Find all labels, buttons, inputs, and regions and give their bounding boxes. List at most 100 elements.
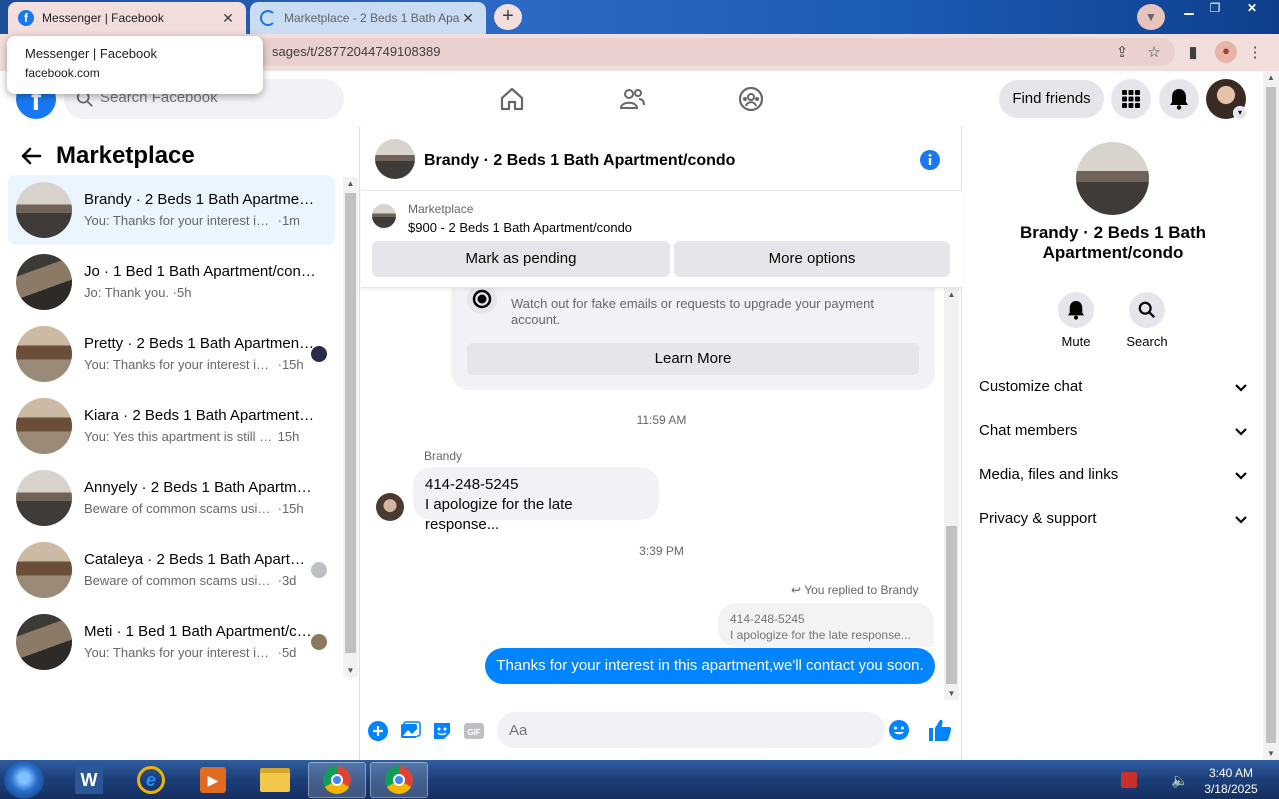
mute-button[interactable] bbox=[1058, 292, 1094, 328]
snippet-text: Beware of common scams using payment app… bbox=[84, 501, 274, 516]
chat-header: Brandy · 2 Beds 1 Bath Apartment/condo bbox=[361, 127, 962, 191]
scrollbar-thumb[interactable] bbox=[345, 193, 356, 653]
avatar[interactable] bbox=[375, 139, 415, 179]
chat-title[interactable]: Brandy · 2 Beds 1 Bath Apartment/condo bbox=[424, 152, 735, 170]
menu-grid-button[interactable] bbox=[1111, 79, 1151, 119]
share-icon[interactable]: ⇪ bbox=[1112, 43, 1132, 63]
gif-icon[interactable]: GIF bbox=[463, 720, 485, 742]
new-tab-button[interactable]: + bbox=[494, 4, 522, 30]
chrome-app-icon[interactable] bbox=[308, 762, 366, 798]
conversation-item[interactable]: Annyely · 2 Beds 1 Bath Apartment/condo … bbox=[8, 463, 335, 533]
conversation-item[interactable]: Kiara · 2 Beds 1 Bath Apartment/condo Yo… bbox=[8, 391, 335, 461]
customize-chat-row[interactable]: Customize chat bbox=[971, 368, 1255, 408]
back-arrow-icon[interactable] bbox=[20, 145, 42, 167]
timestamp: 11:59 AM bbox=[636, 413, 687, 427]
avatar[interactable] bbox=[1076, 142, 1149, 215]
restore-button[interactable]: ❐ bbox=[1200, 0, 1230, 16]
chrome-app-icon-2[interactable] bbox=[370, 762, 428, 798]
chevron-down-icon bbox=[1235, 384, 1247, 392]
photo-icon[interactable] bbox=[399, 720, 421, 742]
notifications-button[interactable] bbox=[1159, 79, 1199, 119]
close-icon[interactable]: ✕ bbox=[220, 10, 236, 27]
volume-icon[interactable]: 🔈 bbox=[1171, 772, 1188, 788]
scroll-up-icon[interactable]: ▲ bbox=[343, 179, 358, 188]
scroll-down-icon[interactable]: ▼ bbox=[944, 689, 959, 698]
emoji-icon[interactable] bbox=[888, 719, 910, 741]
bookmark-star-icon[interactable]: ☆ bbox=[1144, 43, 1164, 63]
incoming-message[interactable]: 414-248-5245 I apologize for the late re… bbox=[413, 467, 659, 533]
seen-avatar bbox=[311, 634, 327, 650]
search-button[interactable] bbox=[1129, 292, 1165, 328]
conversation-item[interactable]: Meti · 1 Bed 1 Bath Apartment/condo You:… bbox=[8, 607, 335, 677]
facebook-favicon-icon: f bbox=[18, 10, 34, 26]
quoted-message[interactable]: 414-248-5245 I apologize for the late re… bbox=[718, 603, 934, 647]
menu-kebab-icon[interactable]: ⋮ bbox=[1245, 43, 1265, 63]
search-icon bbox=[1138, 301, 1155, 318]
chat-scrollbar[interactable]: ▲ ▼ bbox=[944, 288, 959, 700]
sender-name: Brandy bbox=[424, 449, 463, 463]
profile-icon[interactable]: ● bbox=[1215, 41, 1237, 63]
scrollbar-thumb[interactable] bbox=[946, 526, 957, 684]
find-friends-button[interactable]: Find friends bbox=[999, 80, 1104, 118]
conversation-snippet: Beware of common scams using payment app… bbox=[84, 573, 320, 588]
page-scrollbar[interactable]: ▲ ▼ bbox=[1263, 71, 1279, 760]
tab-title: Marketplace - 2 Beds 1 Bath Apar bbox=[284, 11, 460, 25]
conversation-item[interactable]: Cataleya · 2 Beds 1 Bath Apartment/condo… bbox=[8, 535, 335, 605]
scroll-down-icon[interactable]: ▼ bbox=[343, 666, 358, 675]
message-input[interactable] bbox=[497, 712, 885, 748]
conversation-item[interactable]: Brandy · 2 Beds 1 Bath Apartment/condo Y… bbox=[8, 175, 335, 245]
clock-time: 3:40 AM bbox=[1208, 766, 1254, 780]
system-clock[interactable]: 3:40 AM 3/18/2025 bbox=[1196, 765, 1266, 797]
snippet-time: ·5h bbox=[172, 285, 192, 300]
outgoing-message[interactable]: Thanks for your interest in this apartme… bbox=[485, 648, 935, 684]
listing-title[interactable]: $900 - 2 Beds 1 Bath Apartment/condo bbox=[408, 220, 632, 235]
listing-thumbnail[interactable] bbox=[372, 204, 396, 228]
learn-more-button[interactable]: Learn More bbox=[467, 343, 919, 375]
chrome-icon bbox=[323, 766, 351, 794]
close-icon[interactable]: ✕ bbox=[460, 10, 476, 27]
plus-circle-icon[interactable] bbox=[367, 720, 389, 742]
info-icon[interactable] bbox=[919, 149, 941, 171]
bell-icon bbox=[1170, 89, 1188, 110]
start-button[interactable] bbox=[4, 761, 44, 799]
sticker-icon[interactable] bbox=[431, 720, 453, 742]
message-line: I apologize for the late response... bbox=[425, 496, 573, 533]
tooltip-domain: facebook.com bbox=[25, 66, 100, 80]
snippet-text: Beware of common scams using payment app… bbox=[84, 573, 274, 588]
tab-marketplace[interactable]: Marketplace - 2 Beds 1 Bath Apar ✕ bbox=[250, 2, 486, 34]
ie-icon: e bbox=[137, 766, 165, 794]
media-files-links-row[interactable]: Media, files and links bbox=[971, 456, 1255, 496]
network-icon[interactable] bbox=[1121, 772, 1137, 788]
mute-action[interactable]: Mute bbox=[1046, 292, 1106, 349]
conversation-snippet: You: Thanks for your interest in this ap… bbox=[84, 357, 320, 372]
media-player-app-icon[interactable]: ▶ bbox=[184, 762, 242, 798]
scroll-up-icon[interactable]: ▲ bbox=[1263, 73, 1279, 82]
friends-icon[interactable] bbox=[618, 85, 646, 113]
scrollbar-thumb[interactable] bbox=[1266, 87, 1276, 743]
avatar[interactable] bbox=[376, 493, 404, 521]
chevron-down-icon[interactable]: ▾ bbox=[1233, 106, 1247, 120]
home-icon[interactable] bbox=[498, 85, 526, 113]
scroll-down-icon[interactable]: ▼ bbox=[1263, 749, 1279, 758]
avatar bbox=[16, 254, 72, 310]
privacy-support-row[interactable]: Privacy & support bbox=[971, 500, 1255, 540]
groups-icon[interactable] bbox=[737, 85, 765, 113]
more-options-button[interactable]: More options bbox=[674, 241, 950, 277]
close-window-button[interactable]: ✕ bbox=[1232, 0, 1272, 16]
conversation-item[interactable]: Pretty · 2 Beds 1 Bath Apartment/condo Y… bbox=[8, 319, 335, 389]
thumbs-up-icon[interactable] bbox=[927, 717, 953, 743]
conversations-scrollbar[interactable]: ▲ ▼ bbox=[343, 177, 358, 677]
row-label: Media, files and links bbox=[979, 466, 1119, 483]
warning-text: Watch out for fake emails or requests to… bbox=[511, 296, 874, 327]
tab-messenger[interactable]: f Messenger | Facebook ✕ bbox=[8, 2, 246, 34]
conversation-item[interactable]: Jo · 1 Bed 1 Bath Apartment/condo Jo: Th… bbox=[8, 247, 335, 317]
scroll-up-icon[interactable]: ▲ bbox=[944, 290, 959, 299]
internet-explorer-app-icon[interactable]: e bbox=[122, 762, 180, 798]
chat-members-row[interactable]: Chat members bbox=[971, 412, 1255, 452]
file-explorer-app-icon[interactable] bbox=[246, 762, 304, 798]
side-panel-icon[interactable]: ▮ bbox=[1183, 43, 1203, 63]
tab-search-chevron-icon[interactable]: ▼ bbox=[1137, 4, 1165, 30]
mark-pending-button[interactable]: Mark as pending bbox=[372, 241, 670, 277]
search-action[interactable]: Search bbox=[1117, 292, 1177, 349]
word-app-icon[interactable]: W bbox=[60, 762, 118, 798]
